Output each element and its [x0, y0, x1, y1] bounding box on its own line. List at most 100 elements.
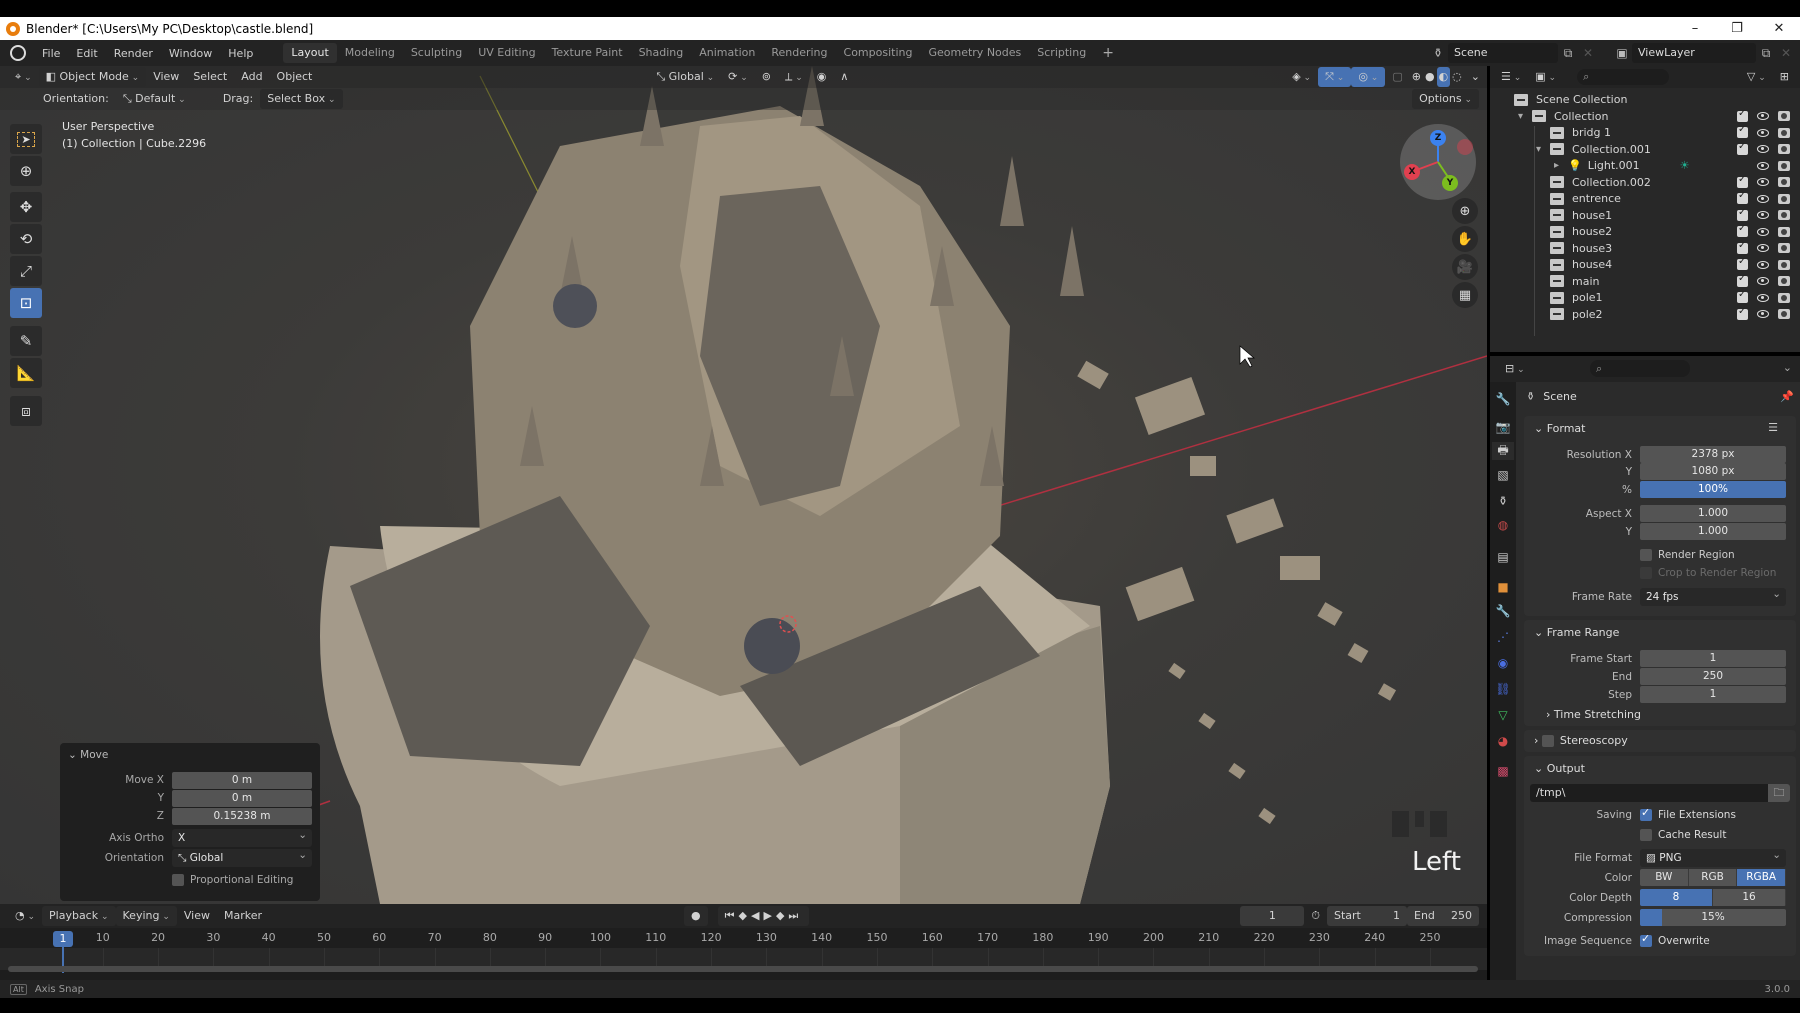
- output-path-field[interactable]: /tmp\: [1530, 784, 1768, 802]
- time-stretching-subpanel[interactable]: › Time Stretching: [1546, 708, 1641, 721]
- tool-scale[interactable]: ⤢: [10, 256, 42, 286]
- camera-render-icon[interactable]: [1778, 144, 1790, 154]
- scene-name-field[interactable]: Scene: [1448, 43, 1558, 63]
- delete-scene-icon[interactable]: ✕: [1578, 43, 1598, 63]
- tool-select-box[interactable]: ➤: [10, 124, 42, 154]
- delete-view-layer-icon[interactable]: ✕: [1776, 43, 1796, 63]
- workspace-tab-uv-editing[interactable]: UV Editing: [470, 43, 543, 63]
- workspace-tab-texture-paint[interactable]: Texture Paint: [544, 43, 631, 63]
- camera-render-icon[interactable]: [1778, 111, 1790, 121]
- outliner[interactable]: ☰ ▣ ⌕ ▽ ⊞ Scene Collection ▾ Collection bri…: [1490, 66, 1800, 352]
- transform-orientation-dropdown[interactable]: ⤡ Global: [649, 67, 721, 87]
- orientation-dropdown[interactable]: ⤡ Default: [116, 89, 216, 109]
- resolution-percent-slider[interactable]: 100%: [1640, 481, 1786, 498]
- crop-region-checkbox[interactable]: [1640, 566, 1652, 579]
- options-dropdown[interactable]: Options: [1412, 89, 1479, 109]
- play-icon[interactable]: ▶: [763, 909, 775, 922]
- display-mode-icon[interactable]: ▣: [1528, 67, 1563, 87]
- folder-browse-icon[interactable]: 🗀: [1768, 784, 1790, 802]
- stopwatch-icon[interactable]: ⏱: [1304, 906, 1327, 926]
- eye-icon[interactable]: [1757, 112, 1769, 120]
- camera-render-icon[interactable]: [1778, 243, 1790, 253]
- compression-slider[interactable]: 15%: [1640, 909, 1786, 926]
- expand-arrow-down-icon[interactable]: ▾: [1518, 111, 1523, 122]
- file-extensions-checkbox[interactable]: [1640, 806, 1652, 821]
- prev-keyframe-icon[interactable]: ◆: [739, 909, 751, 922]
- blender-menu-icon[interactable]: [10, 45, 26, 61]
- eye-icon[interactable]: [1757, 277, 1769, 285]
- eye-icon[interactable]: [1757, 145, 1769, 153]
- view-layer-selector[interactable]: ▣ ViewLayer ⧉ ✕: [1612, 43, 1796, 63]
- eye-icon[interactable]: [1757, 194, 1769, 203]
- view-layer-name-field[interactable]: ViewLayer: [1632, 43, 1756, 63]
- current-frame-field[interactable]: 1: [1240, 906, 1305, 926]
- workspace-tab-modeling[interactable]: Modeling: [337, 43, 403, 63]
- eye-icon[interactable]: [1757, 244, 1769, 252]
- menu-select[interactable]: Select: [186, 67, 234, 87]
- outliner-search-input[interactable]: ⌕: [1577, 69, 1670, 85]
- menu-view[interactable]: View: [146, 67, 186, 87]
- exclude-checkbox[interactable]: [1737, 240, 1748, 254]
- aspect-y-field[interactable]: 1.000: [1640, 523, 1786, 540]
- playhead-frame-indicator[interactable]: 1: [53, 931, 73, 947]
- file-format-dropdown[interactable]: ▨ PNG: [1640, 846, 1786, 867]
- move-y-field[interactable]: 0 m: [172, 789, 312, 807]
- workspace-tab-geometry-nodes[interactable]: Geometry Nodes: [920, 43, 1029, 63]
- shading-wireframe-icon[interactable]: ⊕: [1410, 67, 1423, 87]
- object-mode-dropdown[interactable]: ◧ Object Mode: [38, 67, 147, 87]
- stereoscopy-header[interactable]: › Stereoscopy: [1534, 734, 1628, 747]
- workspace-tab-layout[interactable]: Layout: [283, 43, 337, 63]
- color-mode-bw[interactable]: BW: [1640, 869, 1689, 886]
- tool-transform[interactable]: ⊡: [10, 288, 42, 318]
- tool-add-cube[interactable]: ⧈: [10, 396, 42, 426]
- jump-start-icon[interactable]: ⏮: [725, 909, 739, 922]
- tab-tool-icon[interactable]: 🔧: [1494, 390, 1512, 408]
- aspect-x-field[interactable]: 1.000: [1640, 505, 1786, 522]
- expand-arrow-down-icon[interactable]: ▾: [1536, 144, 1541, 155]
- axis-ortho-dropdown[interactable]: X: [172, 826, 312, 847]
- menu-edit[interactable]: Edit: [68, 47, 105, 60]
- gizmo-y-axis[interactable]: Y: [1442, 175, 1458, 191]
- workspace-tab-rendering[interactable]: Rendering: [763, 43, 835, 63]
- gizmo-neg-x-axis[interactable]: [1457, 139, 1473, 155]
- frame-start-field[interactable]: 1: [1640, 650, 1786, 667]
- stereoscopy-checkbox[interactable]: [1541, 734, 1554, 747]
- new-scene-icon[interactable]: ⧉: [1558, 43, 1578, 63]
- snap-icon[interactable]: ⊚: [755, 67, 778, 87]
- shading-solid-icon[interactable]: ●: [1423, 67, 1437, 87]
- next-keyframe-icon[interactable]: ◆: [776, 909, 788, 922]
- tab-scene-icon[interactable]: ⚱: [1494, 492, 1512, 510]
- close-button[interactable]: ✕: [1758, 21, 1800, 36]
- eye-icon[interactable]: [1757, 161, 1769, 170]
- resolution-x-field[interactable]: 2378 px: [1640, 446, 1786, 463]
- filter-icon[interactable]: ▽: [1740, 67, 1773, 87]
- camera-render-icon[interactable]: [1778, 127, 1790, 138]
- move-orientation-dropdown[interactable]: ⤡ Global: [172, 846, 312, 867]
- tab-render-icon[interactable]: 📷: [1494, 418, 1512, 436]
- light-data-icon[interactable]: ☀: [1680, 159, 1690, 172]
- eye-icon[interactable]: [1757, 128, 1769, 137]
- scene-selector[interactable]: ⚱ Scene ⧉ ✕: [1428, 43, 1598, 63]
- overwrite-checkbox[interactable]: [1640, 932, 1652, 947]
- eye-icon[interactable]: [1757, 211, 1769, 219]
- snap-target-icon[interactable]: ⟂: [778, 67, 810, 87]
- overlays-toggle-icon[interactable]: ◎: [1351, 67, 1386, 87]
- menu-render[interactable]: Render: [106, 47, 161, 60]
- menu-add[interactable]: Add: [234, 67, 269, 87]
- editor-type-icon[interactable]: ⌖: [8, 67, 39, 87]
- outliner-item[interactable]: pole2: [1490, 305, 1800, 324]
- camera-view-button[interactable]: 🎥: [1452, 254, 1478, 280]
- frame-step-field[interactable]: 1: [1640, 686, 1786, 703]
- eye-icon[interactable]: [1757, 260, 1769, 269]
- timeline-ruler[interactable]: 10 20 30 40 50 60 70 80 90 100 110 120 130 140 150 160 1…: [0, 928, 1487, 948]
- ortho-toggle-button[interactable]: ▦: [1452, 282, 1478, 308]
- exclude-checkbox[interactable]: [1737, 174, 1748, 188]
- timeline-scrollbar[interactable]: [8, 966, 1478, 972]
- color-depth-16[interactable]: 16: [1713, 889, 1786, 906]
- eye-icon[interactable]: [1757, 310, 1769, 318]
- play-reverse-icon[interactable]: ◀: [751, 909, 763, 922]
- move-z-field[interactable]: 0.15238 m: [172, 807, 312, 825]
- frame-end-field[interactable]: 250: [1640, 668, 1786, 685]
- workspace-tab-compositing[interactable]: Compositing: [836, 43, 921, 63]
- tool-rotate[interactable]: ⟲: [10, 224, 42, 254]
